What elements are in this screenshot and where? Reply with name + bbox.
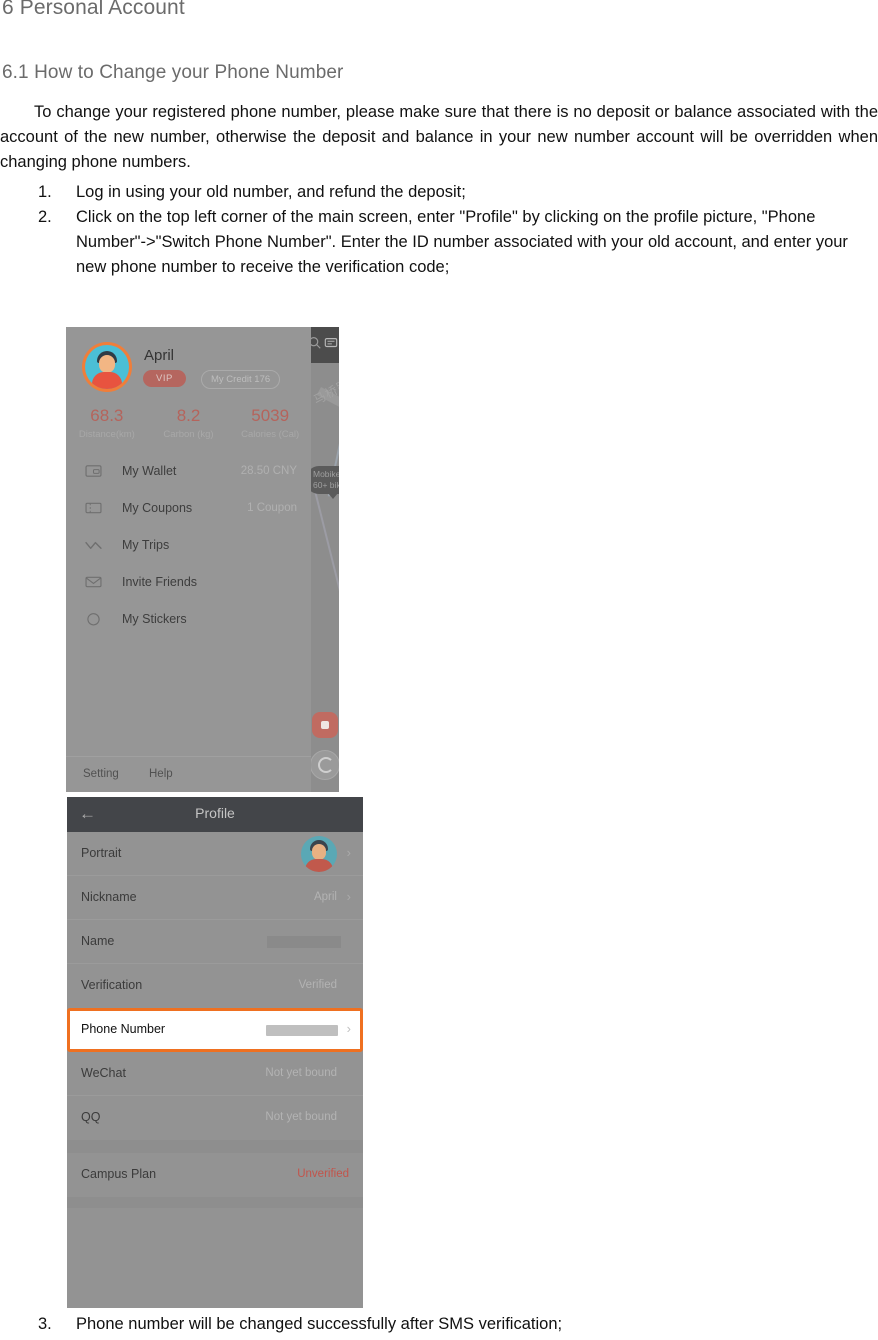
sidebar-item-value: 1 Coupon <box>247 502 297 514</box>
chevron-right-icon: › <box>346 1021 351 1036</box>
sticker-icon <box>85 612 102 627</box>
profile-rows-group-3: Campus Plan Unverified <box>67 1153 363 1197</box>
profile-row-label: Phone Number <box>81 1022 166 1036</box>
avatar[interactable] <box>82 342 132 392</box>
final-step: 3. Phone number will be changed successf… <box>0 1312 878 1337</box>
stat-value: 8.2 <box>176 406 201 425</box>
setting-button[interactable]: Setting <box>83 768 119 780</box>
stat-distance: 68.3 Distance(km) <box>66 405 148 442</box>
list-item-number: 1. <box>38 183 52 201</box>
vip-badge: VIP <box>143 370 186 387</box>
profile-row-portrait[interactable]: Portrait › <box>67 832 363 876</box>
sidebar-item-invite-friends[interactable]: Invite Friends <box>66 566 311 603</box>
profile-row-phone-number-highlighted[interactable]: Phone Number › <box>67 1008 363 1052</box>
stat-label: Distance(km) <box>78 429 135 440</box>
steps-list: 1. Log in using your old number, and ref… <box>0 180 878 280</box>
sidebar-item-value: 28.50 CNY <box>240 465 297 477</box>
profile-row-label: QQ <box>81 1110 101 1124</box>
profile-row-label: Campus Plan <box>81 1167 157 1181</box>
report-button[interactable] <box>312 712 338 738</box>
stat-label: Carbon (kg) <box>163 429 214 440</box>
sidebar-menu: My Wallet 28.50 CNY My Coupons 1 Coupon … <box>66 455 311 640</box>
user-name: April <box>144 347 175 364</box>
redacted-value <box>267 936 341 948</box>
stat-label: Calories (Cal) <box>241 429 300 440</box>
profile-navbar: ← Profile <box>67 797 363 832</box>
sidebar-item-my-wallet[interactable]: My Wallet 28.50 CNY <box>66 455 311 492</box>
sidebar-item-label: Invite Friends <box>122 575 198 589</box>
profile-row-campus-plan[interactable]: Campus Plan Unverified <box>67 1153 363 1197</box>
map-road-shape <box>312 483 339 611</box>
locate-icon <box>318 757 334 773</box>
intro-paragraph: To change your registered phone number, … <box>0 103 878 171</box>
app-topbar <box>309 327 339 363</box>
sidebar-item-label: My Wallet <box>122 464 177 478</box>
list-item-number: 3. <box>38 1315 52 1333</box>
profile-row-value: Not yet bound <box>265 1111 337 1123</box>
stat-value: 5039 <box>251 406 290 425</box>
list-item-text: Log in using your old number, and refund… <box>76 183 466 201</box>
section-separator <box>67 1197 363 1208</box>
status-badge: Unverified <box>297 1168 349 1180</box>
stat-carbon: 8.2 Carbon (kg) <box>148 405 230 442</box>
user-avatar-icon <box>85 345 129 389</box>
wallet-icon <box>85 464 102 479</box>
page-title: Profile <box>195 805 235 821</box>
stat-value: 68.3 <box>90 406 124 425</box>
stats-row: 68.3 Distance(km) 8.2 Carbon (kg) 5039 C… <box>66 405 311 442</box>
section-separator <box>67 1140 363 1153</box>
profile-row-label: WeChat <box>81 1066 126 1080</box>
stat-calories: 5039 Calories (Cal) <box>229 405 311 442</box>
profile-row-name[interactable]: Name <box>67 920 363 964</box>
trips-icon <box>85 538 102 553</box>
profile-row-wechat[interactable]: WeChat Not yet bound <box>67 1052 363 1096</box>
coupon-icon <box>85 501 102 516</box>
profile-row-nickname[interactable]: Nickname April › <box>67 876 363 920</box>
sidebar-item-my-stickers[interactable]: My Stickers <box>66 603 311 640</box>
message-icon[interactable] <box>324 336 338 355</box>
sidebar-item-label: My Stickers <box>122 612 187 626</box>
section-heading: 6.1 How to Change your Phone Number <box>2 62 344 83</box>
list-item-text: Phone number will be changed successfull… <box>76 1315 563 1333</box>
sidebar-item-my-coupons[interactable]: My Coupons 1 Coupon <box>66 492 311 529</box>
list-item-text: Click on the top left corner of the main… <box>76 208 848 276</box>
profile-row-label: Name <box>81 934 115 948</box>
profile-rows-group-2: WeChat Not yet bound QQ Not yet bound <box>67 1052 363 1140</box>
profile-row-label: Nickname <box>81 890 137 904</box>
profile-row-value: Verified <box>298 979 337 991</box>
hub-tooltip-title: Mobike Hub <box>313 469 339 479</box>
profile-row-verification[interactable]: Verification Verified <box>67 964 363 1008</box>
sidebar-panel: April VIP My Credit 176 68.3 Distance(km… <box>66 327 311 792</box>
hub-tooltip-subtitle: 60+ bike(s) <box>313 480 339 490</box>
invite-icon <box>85 575 102 590</box>
profile-row-qq[interactable]: QQ Not yet bound <box>67 1096 363 1140</box>
avatar[interactable] <box>301 836 337 872</box>
list-item: 2. Click on the top left corner of the m… <box>0 205 878 280</box>
screenshot-profile-page: ← Profile Portrait › Nickname April › Na… <box>67 797 363 1308</box>
help-button[interactable]: Help <box>149 768 173 780</box>
profile-page-blank-area <box>67 1208 363 1308</box>
chevron-right-icon: › <box>346 889 351 904</box>
profile-row-value: April <box>313 891 337 903</box>
locate-button[interactable] <box>310 750 339 780</box>
chapter-heading: 6 Personal Account <box>2 0 185 19</box>
sidebar-item-label: My Coupons <box>122 501 193 515</box>
list-item: 1. Log in using your old number, and ref… <box>0 180 878 205</box>
redacted-value <box>266 1025 338 1036</box>
profile-rows-group-1: Portrait › Nickname April › Name Verific… <box>67 832 363 1008</box>
sidebar-item-my-trips[interactable]: My Trips <box>66 529 311 566</box>
list-item-number: 2. <box>38 208 52 226</box>
sidebar-item-label: My Trips <box>122 538 170 552</box>
chevron-right-icon: › <box>346 845 351 860</box>
profile-row-label: Portrait <box>81 846 122 860</box>
profile-row-label: Verification <box>81 978 143 992</box>
screenshot-app-sidebar: 马桥路 Mobike Hub 60+ bike(s) April VIP My … <box>66 327 339 792</box>
credit-badge[interactable]: My Credit 176 <box>201 370 281 389</box>
sidebar-footer: Setting Help <box>66 756 311 792</box>
profile-row-value: Not yet bound <box>265 1067 337 1079</box>
